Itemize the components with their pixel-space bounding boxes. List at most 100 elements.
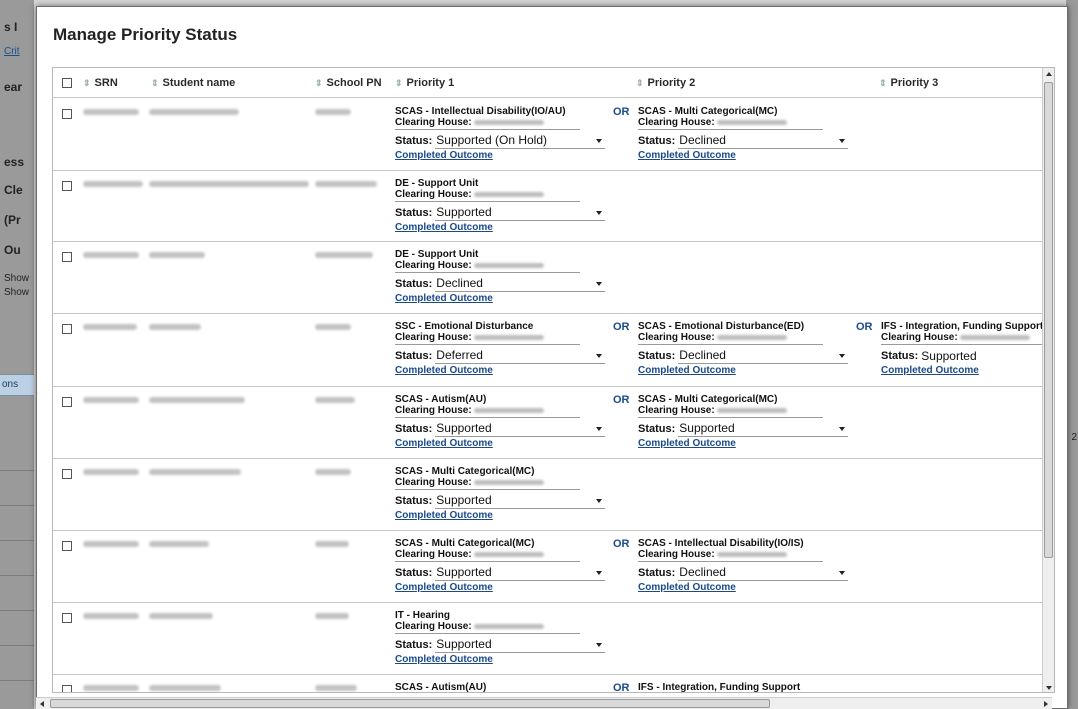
completed-outcome-link[interactable]: Completed Outcome xyxy=(395,582,605,593)
completed-outcome-link[interactable]: Completed Outcome xyxy=(395,365,605,376)
row-checkbox[interactable] xyxy=(62,397,72,407)
clearing-house-value-redacted xyxy=(473,551,544,557)
chevron-down-icon[interactable] xyxy=(596,211,602,215)
column-label: Priority 3 xyxy=(890,77,939,89)
scroll-left-arrow-icon[interactable] xyxy=(40,701,44,707)
column-header-priority-2[interactable]: ⇕ Priority 2 xyxy=(636,77,695,89)
completed-outcome-link[interactable]: Completed Outcome xyxy=(638,365,848,376)
row-checkbox[interactable] xyxy=(62,685,72,692)
bg-fragment-link: Crit xyxy=(4,46,20,57)
bg-fragment: Show xyxy=(4,287,30,298)
row-checkbox[interactable] xyxy=(62,469,72,479)
priority-cell-2: SCAS - Intellectual Disability(IO/IS) Cle… xyxy=(638,538,848,593)
column-header-srn[interactable]: ⇕ SRN xyxy=(83,77,118,89)
completed-outcome-link[interactable]: Completed Outcome xyxy=(638,150,848,161)
status-select[interactable]: Deferred xyxy=(435,348,605,364)
sort-icon: ⇕ xyxy=(395,78,403,88)
clearing-house-value-redacted xyxy=(716,551,787,557)
priority-program: DE - Support Unit xyxy=(395,178,479,189)
or-separator: OR xyxy=(856,321,873,333)
bg-divider xyxy=(0,505,34,506)
status-label: Status: xyxy=(638,423,676,435)
completed-outcome-link[interactable]: Completed Outcome xyxy=(638,438,848,449)
clearing-house-value-redacted xyxy=(473,334,544,340)
scroll-down-arrow-icon[interactable] xyxy=(1046,686,1052,690)
horizontal-scrollbar[interactable] xyxy=(36,697,1052,709)
completed-outcome-link[interactable]: Completed Outcome xyxy=(881,365,1054,376)
status-label: Status: xyxy=(638,350,676,362)
row-checkbox[interactable] xyxy=(62,324,72,334)
chevron-down-icon[interactable] xyxy=(839,427,845,431)
horizontal-scroll-thumb[interactable] xyxy=(50,699,770,708)
srn-value-redacted xyxy=(83,397,139,403)
status-select[interactable]: Declined xyxy=(678,565,848,581)
vertical-scroll-thumb[interactable] xyxy=(1044,82,1053,558)
status-select[interactable]: Supported xyxy=(435,421,605,437)
completed-outcome-link[interactable]: Completed Outcome xyxy=(395,222,605,233)
status-label: Status: xyxy=(638,135,676,147)
status-select[interactable]: Supported xyxy=(435,565,605,581)
select-all-checkbox[interactable] xyxy=(62,78,72,88)
completed-outcome-link[interactable]: Completed Outcome xyxy=(638,582,848,593)
row-checkbox[interactable] xyxy=(62,181,72,191)
chevron-down-icon[interactable] xyxy=(596,139,602,143)
status-select[interactable]: Supported xyxy=(435,637,605,653)
column-header-priority-3[interactable]: ⇕ Priority 3 xyxy=(879,77,938,89)
student-name-redacted xyxy=(149,252,205,258)
priority-program: SSC - Emotional Disturbance xyxy=(395,321,534,332)
status-select[interactable]: Supported (On Hold) xyxy=(435,133,605,149)
priority-program: SCAS - Multi Categorical(MC) xyxy=(395,538,535,549)
vertical-scrollbar[interactable] xyxy=(1042,68,1054,692)
priority-program: SCAS - Intellectual Disability(IO/IS) xyxy=(638,538,804,549)
table-row: DE - Support Unit Clearing House: Status: S… xyxy=(53,171,1043,242)
chevron-down-icon[interactable] xyxy=(596,354,602,358)
chevron-down-icon[interactable] xyxy=(596,571,602,575)
dialog-title: Manage Priority Status xyxy=(53,25,238,44)
clearing-house-value-redacted xyxy=(473,119,544,125)
completed-outcome-link[interactable]: Completed Outcome xyxy=(395,654,605,665)
row-checkbox[interactable] xyxy=(62,541,72,551)
completed-outcome-link[interactable]: Completed Outcome xyxy=(395,150,605,161)
school-pn-redacted xyxy=(315,469,351,475)
column-header-school-pn[interactable]: ⇕ School PN xyxy=(315,77,382,89)
chevron-down-icon[interactable] xyxy=(596,282,602,286)
background-left-strip: s I Crit ear ess Cle (Pr Ou Show Show on… xyxy=(0,0,34,709)
completed-outcome-link[interactable]: Completed Outcome xyxy=(395,293,605,304)
column-label: School PN xyxy=(326,77,382,89)
chevron-down-icon[interactable] xyxy=(596,427,602,431)
student-name-redacted xyxy=(149,541,209,547)
row-checkbox[interactable] xyxy=(62,252,72,262)
completed-outcome-link[interactable]: Completed Outcome xyxy=(395,510,605,521)
status-label: Status: xyxy=(638,567,676,579)
chevron-down-icon[interactable] xyxy=(839,354,845,358)
priority-program: IFS - Integration, Funding Support xyxy=(881,321,1044,332)
status-label: Status: xyxy=(395,567,433,579)
status-select[interactable]: Supported xyxy=(678,421,848,437)
chevron-down-icon[interactable] xyxy=(596,499,602,503)
clearing-house-value-redacted xyxy=(716,119,787,125)
status-label: Status: xyxy=(395,278,433,290)
clearing-house: Clearing House: xyxy=(395,189,580,202)
column-header-student-name[interactable]: ⇕ Student name xyxy=(151,77,235,89)
chevron-down-icon[interactable] xyxy=(839,139,845,143)
column-header-priority-1[interactable]: ⇕ Priority 1 xyxy=(395,77,454,89)
chevron-down-icon[interactable] xyxy=(839,571,845,575)
scroll-right-arrow-icon[interactable] xyxy=(1044,701,1048,707)
chevron-down-icon[interactable] xyxy=(596,643,602,647)
status-select[interactable]: Declined xyxy=(435,276,605,292)
priority-program: DE - Support Unit xyxy=(395,249,479,260)
status-select[interactable]: Supported xyxy=(435,493,605,509)
completed-outcome-link[interactable]: Completed Outcome xyxy=(395,438,605,449)
bg-divider xyxy=(0,575,34,576)
status-select[interactable]: Declined xyxy=(678,133,848,149)
status-select[interactable]: Supported xyxy=(435,205,605,221)
bg-fragment: 2 xyxy=(1071,432,1077,443)
status-select[interactable]: Declined xyxy=(678,348,848,364)
priority-program: SCAS - Autism(AU) xyxy=(395,682,487,693)
clearing-house-value-redacted xyxy=(473,262,544,268)
row-checkbox[interactable] xyxy=(62,613,72,623)
or-separator: OR xyxy=(613,321,630,333)
row-checkbox[interactable] xyxy=(62,109,72,119)
scroll-up-arrow-icon[interactable] xyxy=(1046,72,1052,76)
status-label: Status: xyxy=(395,350,433,362)
